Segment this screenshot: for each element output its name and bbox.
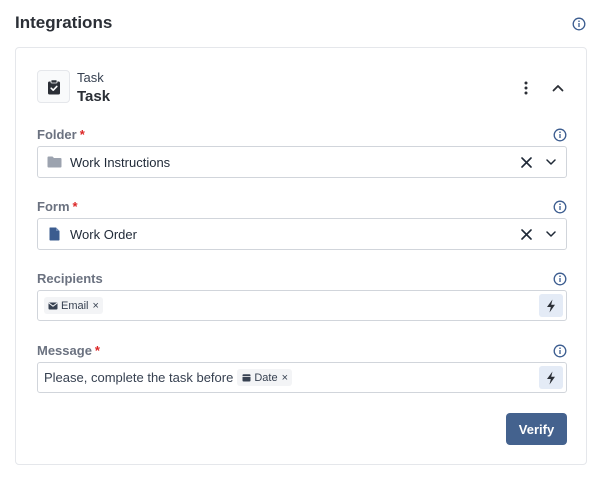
clear-icon[interactable] [519,155,533,169]
page-title: Integrations [15,13,113,32]
info-icon[interactable] [553,128,567,142]
remove-chip-icon[interactable]: × [282,372,288,384]
required-marker: * [94,343,100,358]
date-chip[interactable]: Date × [237,369,293,386]
recipients-input[interactable]: Email × [37,290,567,321]
calendar-icon [241,373,251,383]
document-icon [46,226,62,242]
info-icon[interactable] [572,17,586,31]
clipboard-check-icon [47,78,61,95]
more-options-icon[interactable] [518,78,534,98]
envelope-icon [48,301,58,311]
message-text: Please, complete the task before [44,370,234,385]
email-chip[interactable]: Email × [44,297,103,314]
info-icon[interactable] [553,272,567,286]
folder-value: Work Instructions [70,154,171,170]
integration-card: Task Task Folder * Work Instructions Form… [15,47,587,465]
bolt-icon [546,371,556,385]
task-name: Task [77,88,111,105]
folder-label: Folder * [37,127,85,142]
task-icon-container [37,70,70,103]
dynamic-value-button[interactable] [539,294,563,317]
form-select[interactable]: Work Order [37,218,567,250]
message-input[interactable]: Please, complete the task before Date × [37,362,567,393]
form-label: Form * [37,199,78,214]
required-marker: * [79,127,85,142]
remove-chip-icon[interactable]: × [93,300,99,312]
clear-icon[interactable] [519,227,533,241]
chevron-down-icon[interactable] [545,156,557,168]
folder-icon [46,154,62,170]
required-marker: * [72,199,78,214]
bolt-icon [546,299,556,313]
info-icon[interactable] [553,200,567,214]
dynamic-value-button[interactable] [539,366,563,389]
verify-button[interactable]: Verify [506,413,567,445]
folder-select[interactable]: Work Instructions [37,146,567,178]
chevron-down-icon[interactable] [545,228,557,240]
recipients-label: Recipients [37,271,103,286]
chevron-up-icon[interactable] [550,78,566,98]
info-icon[interactable] [553,344,567,358]
form-value: Work Order [70,226,137,242]
message-label: Message * [37,343,100,358]
task-type-label: Task [77,70,104,85]
